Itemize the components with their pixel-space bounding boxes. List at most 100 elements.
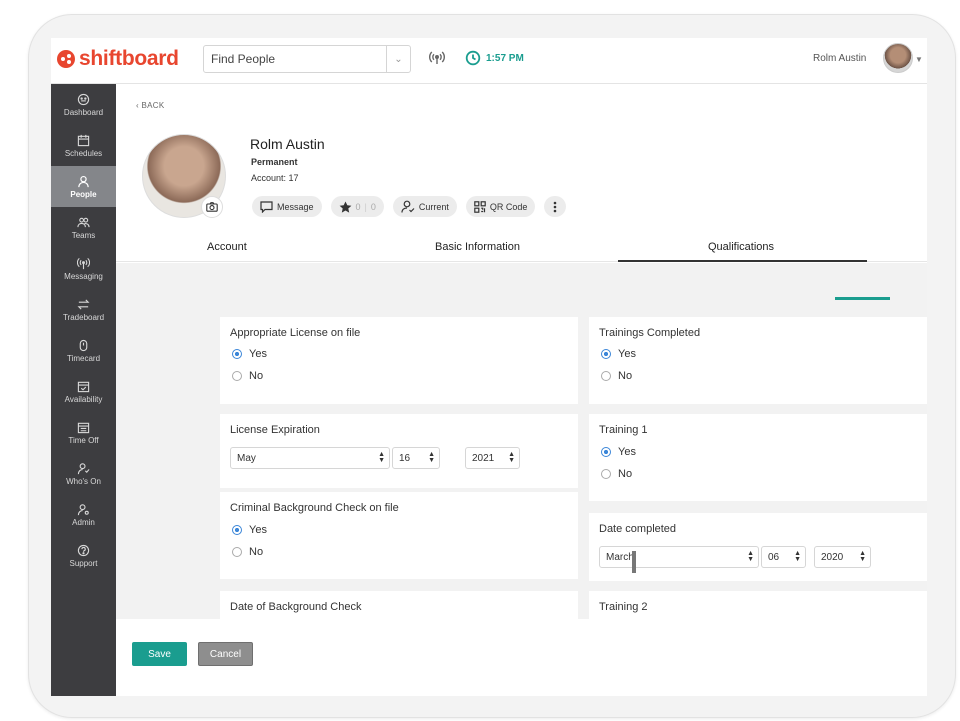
day-select[interactable]: 06 ▲ ▼ (761, 546, 806, 568)
month-select[interactable]: March ▲ ▼ (599, 546, 759, 568)
availability-icon (77, 381, 90, 392)
select-value: 2021 (472, 452, 495, 464)
year-select[interactable]: 2020 ▲ ▼ (814, 546, 871, 568)
help-icon (77, 544, 90, 556)
sidebar-item-timecard[interactable]: Timecard (51, 330, 116, 371)
rating-button[interactable]: 0 | 0 (330, 196, 384, 217)
broadcast-icon (77, 257, 90, 269)
appropriate-license-card: Appropriate License on file Yes No (220, 317, 578, 404)
clock-icon (465, 50, 481, 66)
radio-yes[interactable]: Yes (601, 446, 636, 458)
radio-label: No (249, 370, 264, 382)
sidebar-item-label: Timecard (66, 353, 101, 363)
radio-no[interactable]: No (232, 546, 263, 558)
sidebar-item-dashboard[interactable]: Dashboard (51, 84, 116, 125)
sidebar-item-teams[interactable]: Teams (51, 207, 116, 248)
camera-icon[interactable] (201, 196, 223, 218)
sidebar-item-label: Schedules (64, 148, 103, 158)
profile-type: Permanent (251, 157, 298, 167)
scrollbar[interactable] (632, 551, 636, 573)
radio-label: No (618, 468, 633, 480)
back-link[interactable]: ‹ BACK (136, 101, 165, 110)
sidebar-item-tradeboard[interactable]: Tradeboard (51, 289, 116, 330)
radio-yes[interactable]: Yes (601, 348, 636, 360)
sidebar-item-label: Support (69, 558, 98, 568)
date-background-check-card: Date of Background Check (220, 591, 578, 619)
more-options-button[interactable] (544, 196, 567, 217)
sidebar-item-label: Dashboard (63, 107, 104, 117)
qr-code-icon (474, 200, 486, 213)
radio-label: No (618, 370, 633, 382)
sidebar-item-label: Time Off (68, 435, 99, 445)
radio-selected-icon (232, 525, 242, 535)
message-button[interactable]: Message (252, 196, 322, 217)
select-value: 06 (768, 551, 780, 563)
month-select[interactable]: May ▲ ▼ (230, 447, 390, 469)
shiftboard-logo[interactable]: shiftboard (57, 47, 179, 71)
user-name[interactable]: Rolm Austin (813, 53, 866, 64)
radio-label: Yes (249, 348, 267, 360)
timecard-icon (79, 339, 88, 351)
message-icon (260, 200, 273, 213)
clock[interactable]: 1:57 PM (465, 50, 524, 66)
avatar[interactable] (883, 43, 913, 73)
more-vertical-icon (554, 201, 557, 212)
select-value: March (606, 551, 634, 563)
year-select[interactable]: 2021 ▲ ▼ (465, 447, 520, 469)
sidebar-item-people[interactable]: People (51, 166, 116, 207)
sidebar-item-label: Messaging (64, 271, 103, 281)
radio-selected-icon (601, 349, 611, 359)
field-title: Training 1 (599, 424, 648, 436)
sort-arrows-icon: ▲ ▼ (378, 451, 385, 464)
profile-name: Rolm Austin (250, 136, 325, 152)
radio-yes[interactable]: Yes (232, 524, 267, 536)
sidebar-item-label: Who's On (66, 476, 101, 486)
radio-empty-icon (601, 469, 611, 479)
qr-code-button[interactable]: QR Code (465, 196, 536, 217)
sort-arrows-icon: ▲ ▼ (508, 451, 515, 464)
whos-on-icon (77, 462, 90, 474)
select-value: 2020 (821, 551, 844, 563)
current-status-button[interactable]: Current (392, 196, 457, 217)
field-title: Date completed (599, 523, 677, 535)
radio-empty-icon (601, 371, 611, 381)
sidebar-item-admin[interactable]: Admin (51, 494, 116, 535)
logo-icon (57, 50, 75, 68)
field-title: Appropriate License on file (230, 327, 361, 339)
antenna-icon[interactable] (429, 50, 445, 66)
cancel-button[interactable]: Cancel (198, 642, 253, 666)
chevron-down-icon[interactable]: ⌄ (386, 46, 410, 72)
radio-no[interactable]: No (601, 468, 632, 480)
day-select[interactable]: 16 ▲ ▼ (392, 447, 440, 469)
caret-down-icon[interactable]: ▼ (915, 55, 923, 64)
rating-count-left: 0 (355, 201, 361, 212)
sort-arrows-icon: ▲ ▼ (428, 451, 435, 464)
radio-no[interactable]: No (232, 370, 263, 382)
profile-actions: Message 0 | 0 Current QR Code (252, 196, 567, 217)
radio-selected-icon (232, 349, 242, 359)
sidebar-item-support[interactable]: Support (51, 535, 116, 576)
radio-yes[interactable]: Yes (232, 348, 267, 360)
top-bar: shiftboard Find People ⌄ 1:57 PM Rolm Au… (51, 38, 927, 84)
sidebar-item-label: Availability (64, 394, 103, 404)
tab-qualifications[interactable]: Qualifications (708, 241, 774, 253)
field-title: Date of Background Check (230, 601, 362, 613)
radio-label: Yes (618, 446, 636, 458)
save-button[interactable]: Save (132, 642, 187, 666)
sidebar-item-messaging[interactable]: Messaging (51, 248, 116, 289)
find-people-select[interactable]: Find People ⌄ (203, 45, 411, 73)
tab-account[interactable]: Account (207, 241, 247, 253)
sidebar-item-whos-on[interactable]: Who's On (51, 453, 116, 494)
main-content: ‹ BACK Rolm Austin Permanent Account: 17… (116, 84, 927, 696)
radio-no[interactable]: No (601, 370, 632, 382)
form-footer: Save Cancel (116, 619, 927, 696)
field-title: License Expiration (230, 424, 320, 436)
qualifications-panel: Appropriate License on file Yes No Train… (116, 263, 927, 619)
dashboard-icon (77, 93, 90, 105)
sidebar-item-availability[interactable]: Availability (51, 371, 116, 412)
sidebar-item-schedules[interactable]: Schedules (51, 125, 116, 166)
sidebar-item-time-off[interactable]: Time Off (51, 412, 116, 453)
radio-empty-icon (232, 371, 242, 381)
tab-basic-information[interactable]: Basic Information (435, 241, 520, 253)
sidebar-item-label: Teams (71, 230, 96, 240)
